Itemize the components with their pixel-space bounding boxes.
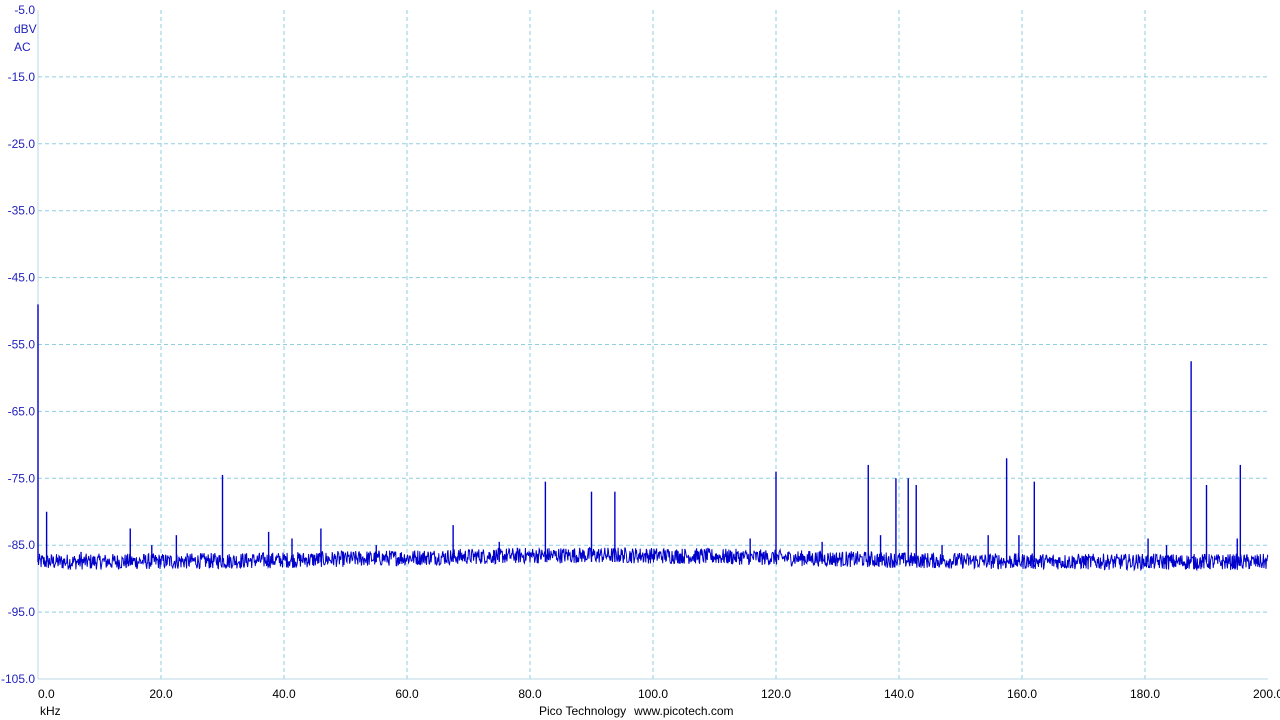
x-tick-label: 100.0 <box>638 687 668 701</box>
y-tick-label: -65.0 <box>8 404 36 418</box>
x-tick-label: 60.0 <box>395 687 419 701</box>
x-axis-unit-label: kHz <box>40 704 61 718</box>
y-tick-label: -55.0 <box>8 338 36 352</box>
brand-text: Pico Technology <box>539 704 627 718</box>
x-tick-label: 20.0 <box>149 687 173 701</box>
y-tick-label: -35.0 <box>8 204 36 218</box>
y-tick-label: -5.0 <box>14 3 35 17</box>
y-tick-label: -25.0 <box>8 137 36 151</box>
credit: Pico Technology www.picotech.com <box>539 704 734 718</box>
y-coupling-line: AC <box>14 40 31 54</box>
grid <box>37 10 1268 680</box>
x-tick-label: 200.0 <box>1253 687 1280 701</box>
x-tick-label: 140.0 <box>884 687 914 701</box>
y-axis-unit-label: dBV AC <box>14 22 37 54</box>
x-tick-label: 180.0 <box>1130 687 1160 701</box>
x-tick-label: 40.0 <box>272 687 296 701</box>
y-tick-label: -105.0 <box>1 672 35 686</box>
x-tick-label: 160.0 <box>1007 687 1037 701</box>
y-tick-label: -75.0 <box>8 471 36 485</box>
x-tick-label: 80.0 <box>518 687 542 701</box>
y-tick-label: -95.0 <box>8 605 36 619</box>
y-tick-label: -85.0 <box>8 538 36 552</box>
x-axis-ticks: 0.0 20.0 40.0 60.0 80.0 100.0 120.0 140.0 160.0 1… <box>38 687 1280 701</box>
x-tick-label: 120.0 <box>761 687 791 701</box>
x-tick-label: 0.0 <box>38 687 55 701</box>
y-tick-label: -15.0 <box>8 70 36 84</box>
y-tick-label: -45.0 <box>8 271 36 285</box>
y-unit-line: dBV <box>14 22 37 36</box>
y-axis-ticks: -5.0 -15.0 -25.0 -35.0 -45.0 -55.0 -65.0 -75.0 -… <box>1 3 35 686</box>
spectrum-chart: -5.0 -15.0 -25.0 -35.0 -45.0 -55.0 -65.0 -75.0 -… <box>1 3 1280 701</box>
url-text: www.picotech.com <box>634 704 734 718</box>
